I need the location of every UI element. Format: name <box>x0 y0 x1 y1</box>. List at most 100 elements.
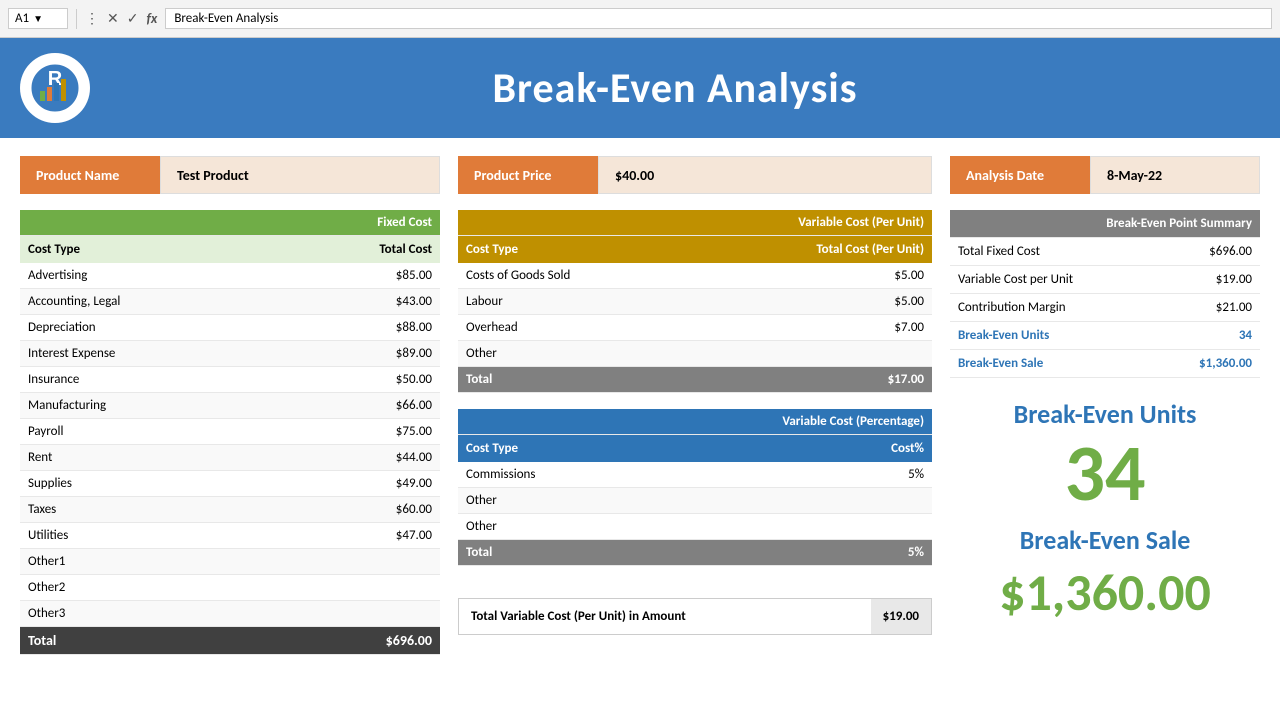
total-variable-cost-value: $19.00 <box>871 599 931 634</box>
variable-cost-unit-header: Variable Cost (Per Unit) <box>458 210 932 236</box>
logo-svg: R <box>30 63 80 113</box>
table-row: Costs of Goods Sold$5.00 <box>458 263 932 289</box>
cost-value: $7.00 <box>692 315 932 341</box>
vc-unit-col-type: Cost Type <box>458 236 692 264</box>
pct-value: 5% <box>759 462 932 488</box>
cost-type: Supplies <box>20 471 277 497</box>
cell-reference[interactable]: A1 ▼ <box>8 8 68 29</box>
formula-bar[interactable]: Break-Even Analysis <box>165 8 1272 29</box>
bep-label: Break-Even Sale <box>950 350 1153 378</box>
table-row: Taxes$60.00 <box>20 497 440 523</box>
cost-type: Depreciation <box>20 315 277 341</box>
cost-type: Other2 <box>20 575 277 601</box>
dropdown-icon[interactable]: ▼ <box>33 12 43 25</box>
table-row: Insurance$50.00 <box>20 367 440 393</box>
cost-type: Advertising <box>20 263 277 289</box>
vc-pct-col-type: Cost Type <box>458 435 759 463</box>
total-label: Total <box>458 367 692 393</box>
cost-type: Other1 <box>20 549 277 575</box>
cost-type: Labour <box>458 289 692 315</box>
variable-cost-unit-table: Variable Cost (Per Unit) Cost Type Total… <box>458 210 932 393</box>
table-row: Other <box>458 488 932 514</box>
variable-cost-pct-section: Variable Cost (Percentage) Cost Type Cos… <box>458 409 932 566</box>
table-row: Overhead$7.00 <box>458 315 932 341</box>
bep-label: Contribution Margin <box>950 294 1153 322</box>
bep-units-value: 34 <box>950 434 1260 514</box>
table-row: Depreciation$88.00 <box>20 315 440 341</box>
bep-summary-table: Break-Even Point Summary Total Fixed Cos… <box>950 210 1260 378</box>
bep-value: $1,360.00 <box>1153 350 1260 378</box>
table-row: Other3 <box>20 601 440 627</box>
vc-pct-col-pct: Cost% <box>759 435 932 463</box>
fixed-cost-table: Fixed Cost Cost Type Total Cost Advertis… <box>20 210 440 655</box>
info-row: Product Name Test Product Product Price … <box>0 156 1280 210</box>
bep-label: Variable Cost per Unit <box>950 266 1153 294</box>
cost-value <box>277 575 440 601</box>
pct-value <box>759 488 932 514</box>
cost-type: Payroll <box>20 419 277 445</box>
cost-type: Taxes <box>20 497 277 523</box>
more-icon[interactable]: ⋮ <box>85 10 99 27</box>
fixed-cost-total-row: Total$696.00 <box>20 627 440 655</box>
cost-value: $49.00 <box>277 471 440 497</box>
product-price-label: Product Price <box>458 156 598 194</box>
product-name-label: Product Name <box>20 156 160 194</box>
cost-value: $66.00 <box>277 393 440 419</box>
product-name-row: Product Name Test Product <box>20 156 440 194</box>
cost-type: Insurance <box>20 367 277 393</box>
product-price-row: Product Price $40.00 <box>458 156 932 194</box>
bep-summary-row: Contribution Margin$21.00 <box>950 294 1260 322</box>
toolbar: A1 ▼ ⋮ ✕ ✓ fx Break-Even Analysis <box>0 0 1280 38</box>
bep-value: $19.00 <box>1153 266 1260 294</box>
table-row: Interest Expense$89.00 <box>20 341 440 367</box>
table-row: Other2 <box>20 575 440 601</box>
cost-type: Other <box>458 341 692 367</box>
bep-summary-row: Variable Cost per Unit$19.00 <box>950 266 1260 294</box>
cost-value: $47.00 <box>277 523 440 549</box>
table-row: Utilities$47.00 <box>20 523 440 549</box>
bep-summary-row: Break-Even Sale$1,360.00 <box>950 350 1260 378</box>
total-value: $696.00 <box>277 627 440 655</box>
cost-value: $89.00 <box>277 341 440 367</box>
content-area: Fixed Cost Cost Type Total Cost Advertis… <box>0 210 1280 655</box>
variable-cost-unit-section: Variable Cost (Per Unit) Cost Type Total… <box>458 210 932 393</box>
cost-value: $85.00 <box>277 263 440 289</box>
table-row: Rent$44.00 <box>20 445 440 471</box>
pct-value <box>759 514 932 540</box>
var-cost-unit-total-row: Total$17.00 <box>458 367 932 393</box>
separator <box>76 9 77 29</box>
cell-ref-value: A1 <box>15 11 29 26</box>
cost-type: Other <box>458 514 759 540</box>
fixed-cost-section: Fixed Cost Cost Type Total Cost Advertis… <box>20 210 440 655</box>
cost-type: Costs of Goods Sold <box>458 263 692 289</box>
table-row: Supplies$49.00 <box>20 471 440 497</box>
analysis-date-label: Analysis Date <box>950 156 1090 194</box>
fx-icon[interactable]: fx <box>146 10 157 27</box>
cost-value: $44.00 <box>277 445 440 471</box>
cancel-icon[interactable]: ✕ <box>107 10 119 27</box>
confirm-icon[interactable]: ✓ <box>127 10 139 27</box>
bep-summary-row: Total Fixed Cost$696.00 <box>950 238 1260 266</box>
variable-cost-pct-table: Variable Cost (Percentage) Cost Type Cos… <box>458 409 932 566</box>
cost-type: Other3 <box>20 601 277 627</box>
cost-type: Rent <box>20 445 277 471</box>
product-name-value[interactable]: Test Product <box>160 156 440 194</box>
vc-unit-col-total: Total Cost (Per Unit) <box>692 236 932 264</box>
cost-value: $50.00 <box>277 367 440 393</box>
bep-summary-header: Break-Even Point Summary <box>950 210 1260 238</box>
table-row: Accounting, Legal$43.00 <box>20 289 440 315</box>
var-cost-pct-total-row: Total5% <box>458 540 932 566</box>
bep-summary-row: Break-Even Units34 <box>950 322 1260 350</box>
bep-sale-title: Break-Even Sale <box>950 524 1260 556</box>
product-price-value[interactable]: $40.00 <box>598 156 932 194</box>
app-header: R Break-Even Analysis <box>0 38 1280 138</box>
fixed-cost-header: Fixed Cost <box>20 210 440 236</box>
total-variable-cost-label: Total Variable Cost (Per Unit) in Amount <box>459 599 871 634</box>
cost-type: Accounting, Legal <box>20 289 277 315</box>
bep-value: $696.00 <box>1153 238 1260 266</box>
analysis-date-value[interactable]: 8-May-22 <box>1090 156 1260 194</box>
cost-value: $88.00 <box>277 315 440 341</box>
cost-type: Commissions <box>458 462 759 488</box>
cost-value <box>277 601 440 627</box>
table-row: Other <box>458 341 932 367</box>
